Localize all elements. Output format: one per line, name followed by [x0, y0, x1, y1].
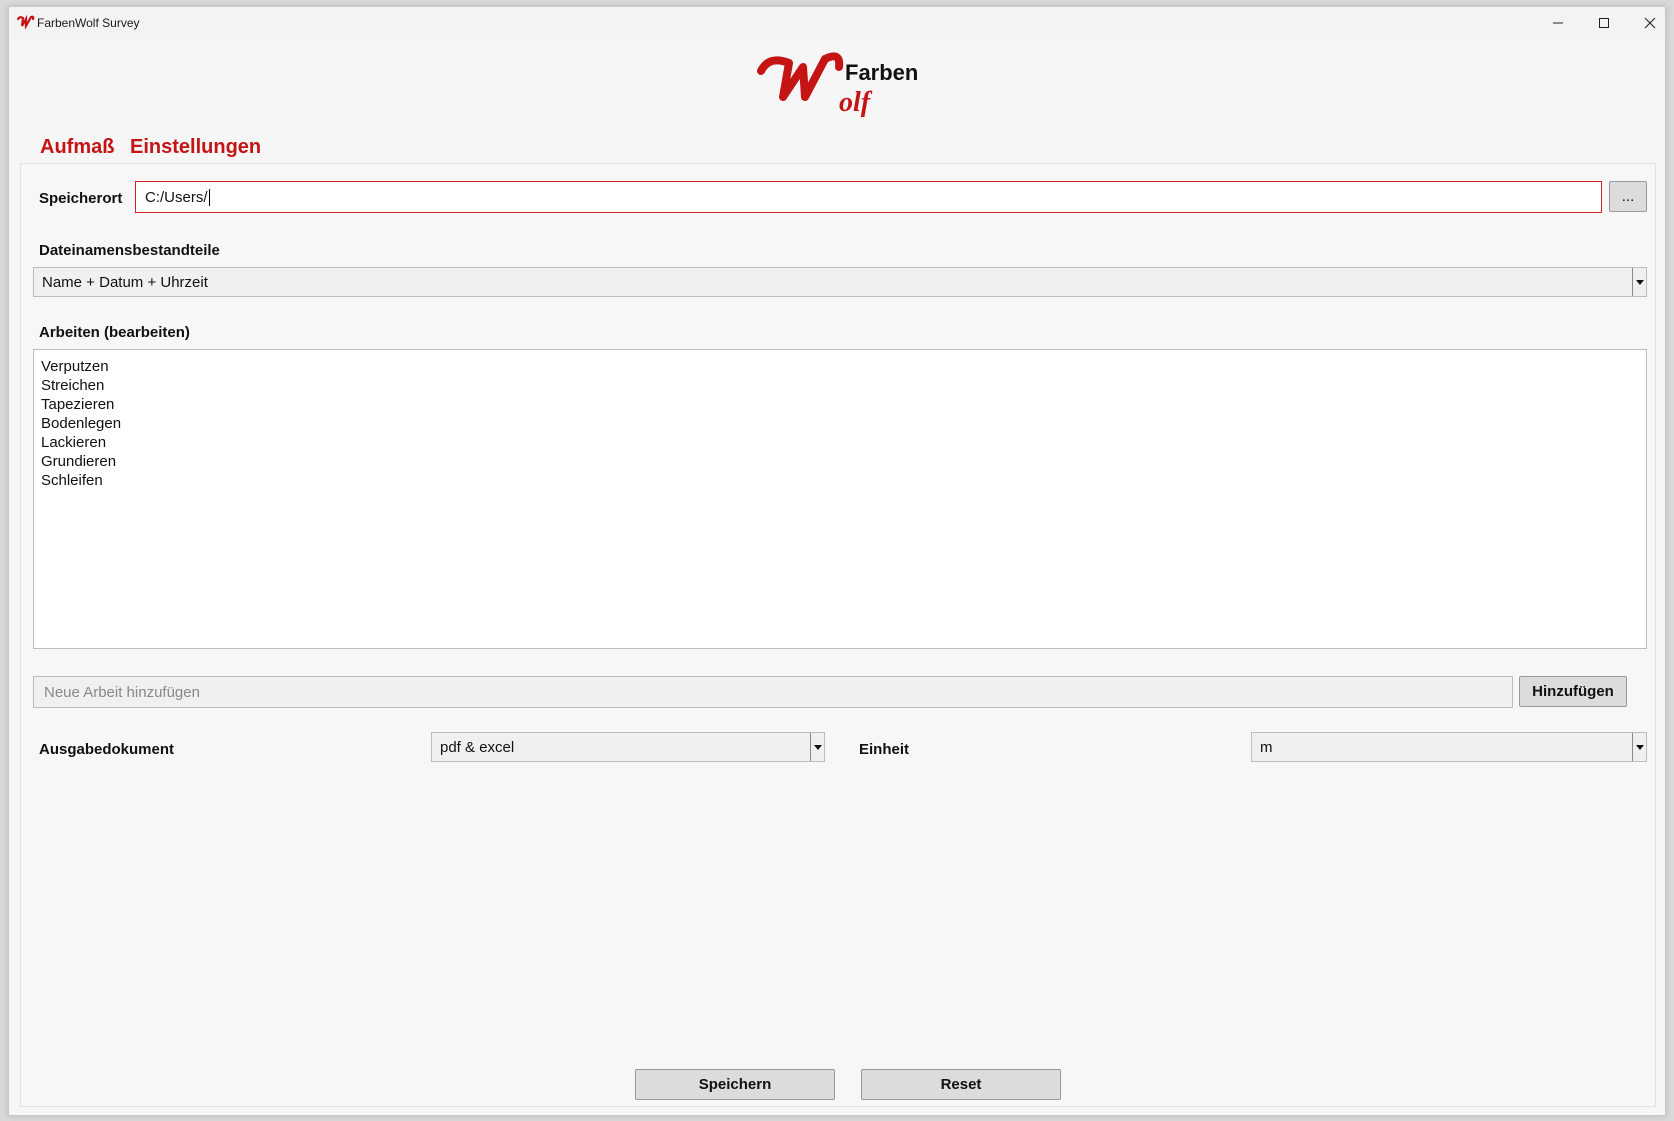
minimize-icon: [1553, 22, 1563, 24]
ausgabe-label: Ausgabedokument: [39, 741, 175, 758]
speicherort-input[interactable]: C:/Users/: [135, 181, 1602, 213]
arbeit-item: Tapezieren: [41, 396, 115, 413]
arbeit-item: Lackieren: [41, 434, 107, 451]
neue-arbeit-placeholder: Neue Arbeit hinzufügen: [44, 683, 200, 701]
farbenwolf-logo: Farben olf: [757, 52, 918, 118]
einheit-value: m: [1260, 738, 1273, 756]
app-window: FarbenWolf Survey Farben olf Aufmaß Eins…: [8, 6, 1666, 1116]
minimize-button[interactable]: [1535, 7, 1581, 39]
window-title: FarbenWolf Survey: [37, 16, 140, 30]
arbeit-item: Bodenlegen: [41, 415, 122, 432]
arbeit-item: Schleifen: [41, 472, 103, 489]
einheit-select[interactable]: m: [1251, 732, 1647, 762]
dateinamen-value: Name + Datum + Uhrzeit: [42, 273, 208, 291]
speicherort-label: Speicherort: [39, 190, 123, 207]
hinzufuegen-button[interactable]: Hinzufügen: [1519, 676, 1627, 707]
close-button[interactable]: [1627, 7, 1673, 39]
dropdown-arrow-icon: [810, 733, 824, 761]
text-caret: [208, 188, 210, 206]
dropdown-arrow-icon: [1632, 733, 1646, 761]
close-icon: [1644, 17, 1656, 29]
arbeit-item: Verputzen: [41, 358, 109, 375]
maximize-button[interactable]: [1581, 7, 1627, 39]
arbeit-item: Streichen: [41, 377, 105, 394]
arbeit-item: Grundieren: [41, 453, 117, 470]
title-bar[interactable]: FarbenWolf Survey: [9, 7, 1665, 39]
dateinamen-label: Dateinamensbestandteile: [39, 242, 220, 259]
arbeiten-label: Arbeiten (bearbeiten): [39, 324, 190, 341]
maximize-icon: [1599, 18, 1609, 28]
app-logo-icon: [17, 15, 35, 29]
logo-text-bottom: olf: [839, 87, 873, 118]
dropdown-arrow-icon: [1632, 268, 1646, 296]
save-button[interactable]: Speichern: [635, 1069, 835, 1100]
logo-text-top: Farben: [845, 60, 918, 85]
arbeiten-textarea[interactable]: Verputzen Streichen Tapezieren Bodenlege…: [33, 349, 1647, 649]
reset-button[interactable]: Reset: [861, 1069, 1061, 1100]
speicherort-value: C:/Users/: [145, 188, 208, 206]
settings-panel: Speicherort C:/Users/ ... Dateinamensbes…: [20, 163, 1656, 1107]
einheit-label: Einheit: [859, 741, 910, 758]
dateinamen-select[interactable]: Name + Datum + Uhrzeit: [33, 267, 1647, 297]
ausgabe-select[interactable]: pdf & excel: [431, 732, 825, 762]
neue-arbeit-input[interactable]: Neue Arbeit hinzufügen: [33, 676, 1513, 708]
ausgabe-value: pdf & excel: [440, 738, 515, 756]
browse-button[interactable]: ...: [1609, 181, 1647, 212]
